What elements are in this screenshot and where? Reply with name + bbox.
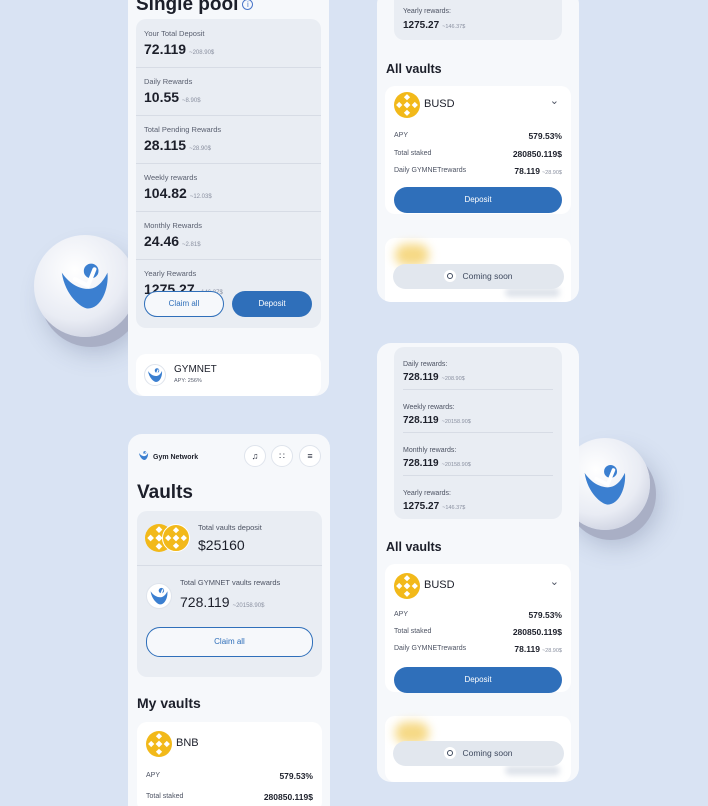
pool-name: GYMNET: [174, 364, 217, 375]
gymnet-pool-row[interactable]: GYMNET APY: 256%: [136, 354, 321, 396]
busd-coin-icon: [394, 92, 420, 118]
divider: [136, 67, 321, 68]
all-vaults-title: All vaults: [386, 540, 442, 554]
stat-weekly-rewards: Weekly rewards 104.82 ~12.03$: [144, 173, 212, 201]
page-title: Vaults: [137, 482, 193, 503]
my-vaults-title: My vaults: [137, 695, 201, 711]
gymnet-logo-icon: [146, 583, 172, 609]
rewards-panel: Daily rewards: 728.119 ~208.90$ Weekly re…: [394, 347, 562, 519]
claim-all-button[interactable]: Claim all: [144, 291, 224, 317]
single-pool-card: Single pool i Your Total Deposit 72.119 ~2…: [128, 0, 329, 396]
blurred-bar: [505, 766, 560, 775]
vault-daily-row: Daily GYMNETrewards 78.119 ~28.90$: [394, 166, 562, 176]
vault-staked-row: Total staked 280850.119$: [394, 149, 562, 159]
stat-pending-rewards: Total Pending Rewards 28.115 ~28.90$: [144, 125, 222, 153]
vault-deposit-button[interactable]: Deposit: [394, 187, 562, 213]
busd-vault-card: BUSD ⌄ APY 579.53% Total staked 280850.119…: [385, 86, 571, 214]
pool-apy: APY: 256%: [174, 378, 202, 384]
coming-soon-pill: Coming soon: [393, 264, 564, 289]
divider: [136, 211, 321, 212]
deposit-button[interactable]: Deposit: [232, 291, 312, 317]
gymnet-logo-icon: [144, 364, 166, 386]
menu-icon[interactable]: ≡: [299, 445, 321, 467]
all-vaults-title: All vaults: [386, 62, 442, 76]
yearly-rewards-panel: Yearly rewards: 1275.27 ~146.37$: [394, 0, 562, 40]
blurred-bar: [505, 288, 560, 297]
busd-coin-icon: [162, 524, 190, 552]
chevron-down-icon[interactable]: ⌄: [550, 94, 559, 107]
vault-name: BUSD: [424, 98, 455, 110]
single-pool-title: Single pool i: [136, 0, 254, 16]
all-vaults-card-top: Yearly rewards: 1275.27 ~146.37$ All vaul…: [377, 0, 579, 302]
apps-icon[interactable]: ∷: [271, 445, 293, 467]
busd-vault-card: BUSD ⌄ APY 579.53% Total staked 280850.119…: [385, 564, 571, 693]
vaults-summary-panel: Total vaults deposit $25160 Total GYMNET…: [137, 511, 322, 677]
total-rewards-value: 728.119 ~20158.90$: [180, 594, 265, 610]
vault-staked-row: Total staked 280850.119$: [146, 792, 313, 802]
bell-icon[interactable]: ♫: [244, 445, 266, 467]
gym-logo-icon: [137, 449, 150, 462]
vault-apy-row: APY 579.53%: [394, 131, 562, 141]
single-pool-stats-panel: Your Total Deposit 72.119 ~208.90$ Daily …: [136, 19, 321, 328]
vault-staked-row: Total staked 280850.119$: [394, 627, 562, 637]
vault-apy-row: APY 579.53%: [146, 771, 313, 781]
bnb-vault-card: BNB APY 579.53% Total staked 280850.119$: [137, 722, 322, 806]
gym-logo-icon: [576, 455, 634, 514]
clock-icon: [444, 270, 457, 282]
coming-soon-pill: Coming soon: [393, 741, 564, 766]
busd-coin-icon: [394, 573, 420, 599]
stat-monthly-rewards: Monthly Rewards 24.46 ~2.81$: [144, 221, 202, 249]
vault-daily-row: Daily GYMNETrewards 78.119 ~28.90$: [394, 644, 562, 654]
blurred-coin: [395, 244, 429, 266]
divider: [136, 163, 321, 164]
divider: [136, 115, 321, 116]
gym-token-decoration-left: [34, 235, 136, 337]
claim-all-button[interactable]: Claim all: [146, 627, 313, 657]
divider: [136, 259, 321, 260]
all-vaults-card-bottom: Daily rewards: 728.119 ~208.90$ Weekly re…: [377, 343, 579, 782]
gym-logo-icon: [52, 253, 117, 318]
vault-deposit-button[interactable]: Deposit: [394, 667, 562, 693]
vault-name: BUSD: [424, 579, 455, 591]
total-deposit-value: $25160: [198, 537, 245, 553]
stat-total-deposit: Your Total Deposit 72.119 ~208.90$: [144, 29, 215, 57]
vaults-page-card: Gym Network ♫ ∷ ≡ Vaults Total vaults de…: [128, 434, 330, 806]
brand-logo[interactable]: Gym Network: [137, 449, 198, 462]
vault-name: BNB: [176, 737, 199, 749]
bnb-coin-icon: [146, 731, 172, 757]
vault-apy-row: APY 579.53%: [394, 610, 562, 620]
stat-daily-rewards: Daily Rewards 10.55 ~8.90$: [144, 77, 201, 105]
chevron-down-icon[interactable]: ⌄: [550, 575, 559, 588]
clock-icon: [444, 747, 457, 759]
info-icon[interactable]: i: [242, 0, 254, 10]
